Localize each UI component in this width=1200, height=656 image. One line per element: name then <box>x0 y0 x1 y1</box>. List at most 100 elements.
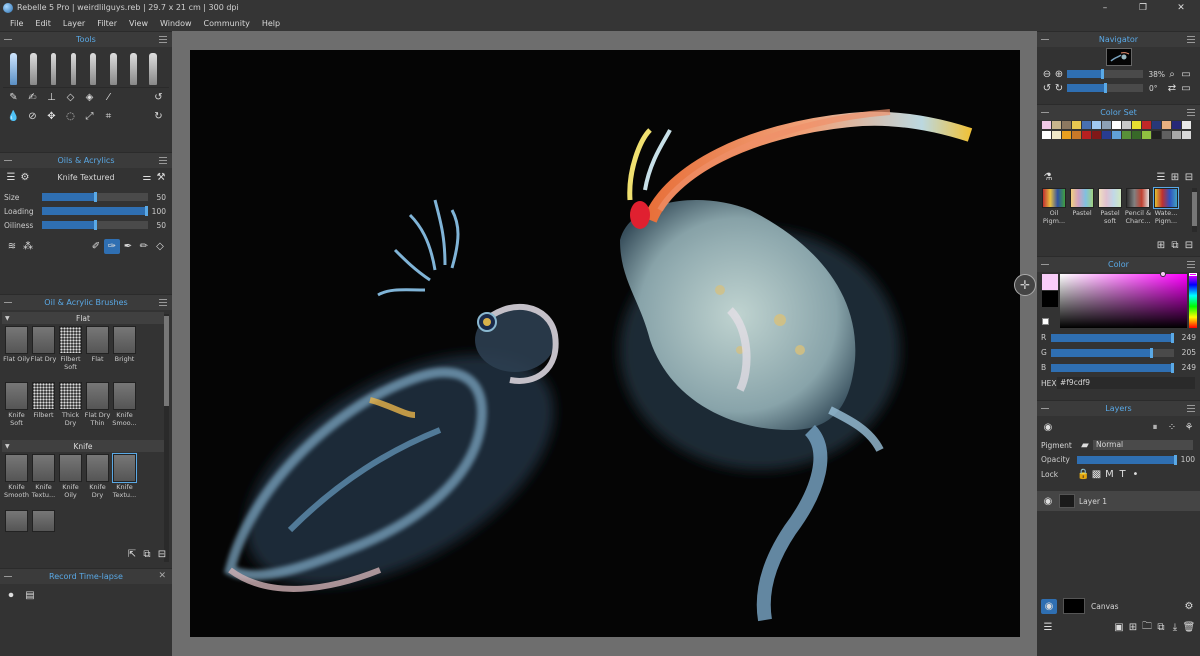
color-swatch[interactable] <box>1082 121 1091 129</box>
layer-options-icon[interactable]: ☰ <box>1041 620 1055 635</box>
reset-colors-icon[interactable] <box>1042 318 1049 325</box>
mix-icon[interactable]: ⚗ <box>1041 170 1055 185</box>
menu-help[interactable]: Help <box>262 19 280 28</box>
blue-slider[interactable]: B 249 <box>1037 360 1200 375</box>
brush-preset[interactable]: Knife Soft <box>3 382 30 438</box>
color-swatch[interactable] <box>1062 121 1071 129</box>
transform-icon[interactable]: ⊘ <box>23 109 42 124</box>
zoom-fit-icon[interactable]: ⌕ <box>1165 67 1179 82</box>
collapse-icon[interactable] <box>1041 39 1049 40</box>
record-icon[interactable]: ⏺ <box>4 588 18 603</box>
pencil-icon[interactable]: ✎ <box>4 90 23 105</box>
color-swatch[interactable] <box>1142 131 1151 139</box>
category-knife[interactable]: ▼ Knife <box>2 440 164 452</box>
blend-mode-select[interactable]: Normal <box>1093 440 1193 450</box>
colorset-item[interactable]: Wate... Pigm... <box>1152 187 1180 244</box>
panel-menu-icon[interactable] <box>159 36 167 43</box>
blend-icon[interactable]: ✍ <box>23 90 42 105</box>
colorset-item[interactable]: Oil Pigm... <box>1040 188 1068 244</box>
brush-preset[interactable]: Knife Textu... <box>30 454 57 510</box>
brush-tool-oils[interactable] <box>3 49 23 85</box>
brush-preset[interactable]: Filbert Soft <box>57 326 84 382</box>
color-swatch[interactable] <box>1122 121 1131 129</box>
lock-tracing-toggle[interactable]: T <box>1116 467 1129 482</box>
water-drop-icon[interactable]: 💧 <box>4 109 23 124</box>
folder-icon[interactable]: 🗀 <box>1140 620 1154 635</box>
color-swatch[interactable] <box>1172 131 1181 139</box>
menu-community[interactable]: Community <box>204 19 250 28</box>
brush-tool-pastel[interactable] <box>103 49 123 85</box>
lock-icon[interactable]: 🔒 <box>1077 467 1090 482</box>
color-swatch[interactable] <box>1072 121 1081 129</box>
canvas-area[interactable] <box>172 31 1037 656</box>
color-swatch[interactable] <box>1172 121 1181 129</box>
brush-preset[interactable] <box>30 510 57 566</box>
brush-scrollbar[interactable] <box>164 314 169 562</box>
blend-mode-icon[interactable]: ✏ <box>136 239 152 254</box>
zoom-in-icon[interactable]: ⊕ <box>1053 67 1065 82</box>
red-slider[interactable]: R 249 <box>1037 330 1200 345</box>
panel-menu-icon[interactable] <box>1187 36 1195 43</box>
rotate-left-icon[interactable]: ↺ <box>1041 81 1053 96</box>
panel-menu-icon[interactable] <box>159 157 167 164</box>
smudge-icon[interactable]: ✒ <box>120 239 136 254</box>
panel-menu-icon[interactable] <box>1187 109 1195 116</box>
saturation-value-field[interactable] <box>1060 271 1187 328</box>
undo-icon[interactable]: ↺ <box>149 90 168 105</box>
brush-preset-selected[interactable]: Knife Textu... <box>111 453 138 510</box>
color-swatch[interactable] <box>1162 131 1171 139</box>
category-flat[interactable]: ▼ Flat <box>2 312 164 324</box>
list-icon[interactable]: ☰ <box>4 170 18 185</box>
color-swatch[interactable] <box>1042 121 1051 129</box>
color-swatch[interactable] <box>1182 121 1191 129</box>
zoom-out-icon[interactable]: ⊖ <box>1041 67 1053 82</box>
colorset-scrollbar[interactable] <box>1192 188 1197 232</box>
secondary-color-swatch[interactable] <box>1042 291 1058 307</box>
rotation-slider[interactable] <box>1067 83 1143 93</box>
brush-settings-icon[interactable]: ⚒ <box>154 170 168 185</box>
lock-alpha-icon[interactable]: ▩ <box>1090 467 1103 482</box>
collapse-icon[interactable] <box>4 302 12 303</box>
erase-mode-icon[interactable]: ◇ <box>152 239 168 254</box>
layer-row-layer-1[interactable]: ◉ Layer 1 <box>1037 491 1200 511</box>
colorset-item[interactable]: Pastel soft <box>1096 188 1124 244</box>
brush-preset[interactable]: Knife Oily <box>57 454 84 510</box>
list-view-icon[interactable]: ☰ <box>1154 170 1168 185</box>
dots-icon[interactable]: ⁂ <box>20 239 36 254</box>
remove-icon[interactable]: ⊟ <box>156 547 168 562</box>
collapse-icon[interactable] <box>1041 112 1049 113</box>
color-swatch[interactable] <box>1132 131 1141 139</box>
color-swatch[interactable] <box>1082 131 1091 139</box>
pause-icon[interactable]: ⏸ <box>1148 420 1162 435</box>
close-panel-icon[interactable]: ✕ <box>158 571 166 581</box>
hex-input[interactable]: #f9cdf9 <box>1057 377 1195 389</box>
panel-menu-icon[interactable] <box>1187 261 1195 268</box>
color-swatch[interactable] <box>1112 131 1121 139</box>
collapse-icon[interactable] <box>1041 264 1049 265</box>
menu-file[interactable]: File <box>10 19 23 28</box>
visibility-toggle-icon[interactable]: ◉ <box>1041 420 1055 435</box>
brush-tool-pencil[interactable] <box>83 49 103 85</box>
lock-dot-icon[interactable]: • <box>1129 467 1142 482</box>
rotate-right-icon[interactable]: ↻ <box>1053 81 1065 96</box>
loading-slider[interactable]: Loading 100 <box>0 204 172 218</box>
brush-preset[interactable]: Knife Dry <box>84 454 111 510</box>
opacity-slider[interactable]: Opacity 100 <box>1037 452 1200 467</box>
color-swatch[interactable] <box>1132 121 1141 129</box>
close-button[interactable]: ✕ <box>1162 0 1200 15</box>
colorset-item[interactable]: Pastel <box>1068 188 1096 244</box>
export-icon[interactable]: ⇱ <box>126 547 138 562</box>
redo-icon[interactable]: ↻ <box>149 109 168 124</box>
oiliness-slider[interactable]: Oiliness 50 <box>0 218 172 232</box>
panel-menu-icon[interactable] <box>1187 405 1195 412</box>
menu-layer[interactable]: Layer <box>63 19 85 28</box>
duplicate-icon[interactable]: ⧉ <box>141 547 153 562</box>
menu-view[interactable]: View <box>129 19 148 28</box>
crop-icon[interactable]: ⌗ <box>99 109 118 124</box>
minimize-button[interactable]: – <box>1086 0 1124 15</box>
merge-layer-icon[interactable]: ⤓ <box>1168 620 1182 635</box>
color-swatch[interactable] <box>1152 121 1161 129</box>
color-swatch[interactable] <box>1162 121 1171 129</box>
color-swatch[interactable] <box>1122 131 1131 139</box>
brush-tool-watercolor[interactable] <box>43 49 63 85</box>
